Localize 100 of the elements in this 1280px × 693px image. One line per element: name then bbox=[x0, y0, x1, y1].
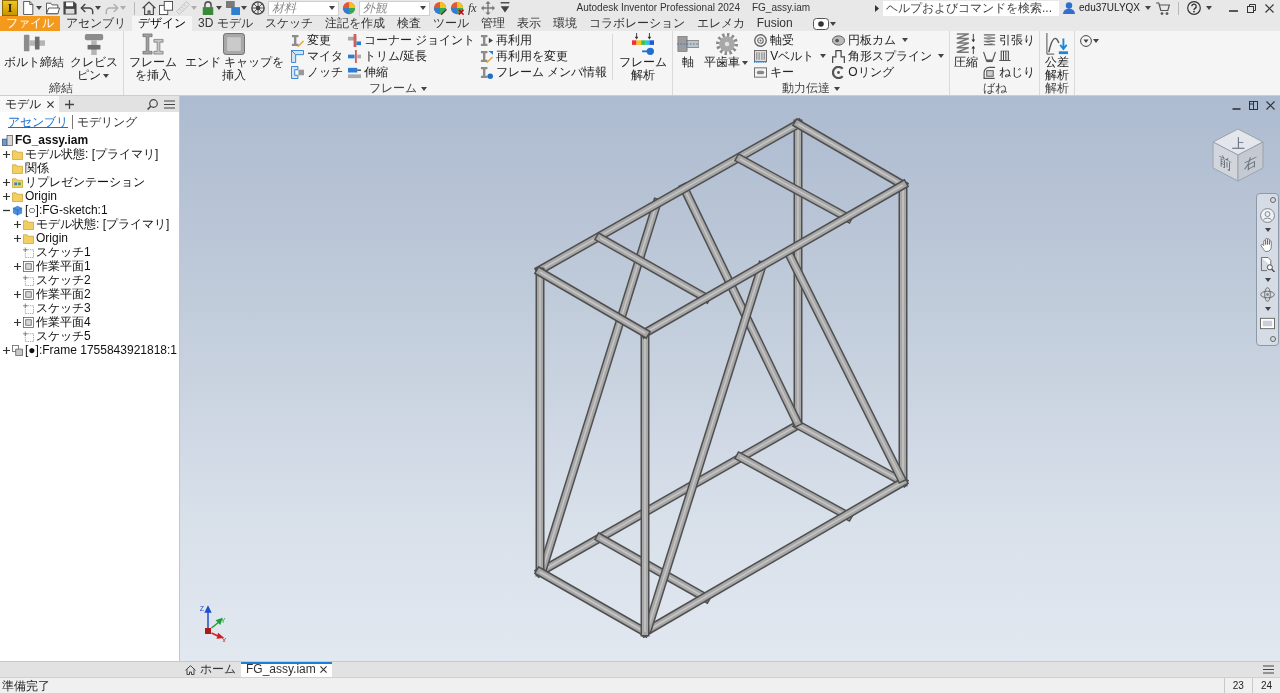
expand-icon[interactable] bbox=[14, 220, 21, 228]
person-icon[interactable] bbox=[1063, 2, 1076, 14]
ribbon-tab[interactable]: 環境 bbox=[546, 16, 583, 31]
circle-icon[interactable] bbox=[1270, 197, 1276, 203]
caret-icon[interactable] bbox=[829, 21, 836, 26]
cube-face-label[interactable]: 上 bbox=[1231, 135, 1245, 151]
wheel-icon[interactable] bbox=[251, 1, 265, 15]
ribbon-tab[interactable]: コラボレーション bbox=[582, 16, 691, 31]
orbit-icon[interactable] bbox=[1260, 286, 1275, 302]
mode-link[interactable]: モデリング bbox=[72, 115, 141, 129]
browser-tab[interactable]: モデル bbox=[0, 96, 59, 112]
ribbon-tab[interactable]: アセンブリ bbox=[60, 16, 132, 31]
tile-icon[interactable] bbox=[1249, 101, 1258, 110]
folder-icon[interactable] bbox=[46, 1, 60, 15]
tree-item[interactable]: スケッチ1 bbox=[14, 245, 91, 259]
expand-icon[interactable] bbox=[3, 150, 10, 158]
tree-item[interactable]: 作業平面4 bbox=[14, 315, 91, 329]
rectangle-icon[interactable] bbox=[1260, 315, 1275, 331]
ribbon-tab[interactable]: 管理 bbox=[474, 16, 511, 31]
color-sphere-icon[interactable] bbox=[433, 1, 447, 15]
ribbon-button[interactable]: 平歯車 bbox=[702, 32, 752, 69]
ribbon-tab[interactable]: デザイン bbox=[132, 16, 192, 31]
search-icon[interactable] bbox=[147, 98, 158, 110]
menu-icon[interactable] bbox=[164, 99, 175, 109]
close-icon[interactable] bbox=[1265, 3, 1274, 13]
ribbon-tab[interactable]: エレメカ bbox=[690, 16, 751, 31]
caret-icon[interactable] bbox=[742, 60, 749, 65]
tree-item[interactable]: 関係 bbox=[3, 161, 49, 175]
expand-icon[interactable] bbox=[14, 318, 21, 326]
tree-item[interactable]: [●]:Frame 1755843921818:1 bbox=[3, 343, 178, 357]
home-icon[interactable] bbox=[142, 1, 156, 15]
caret-icon[interactable] bbox=[820, 54, 827, 58]
new-file-icon[interactable] bbox=[21, 1, 35, 15]
tree-item[interactable]: 作業平面1 bbox=[14, 259, 91, 273]
menu-icon[interactable] bbox=[1263, 665, 1274, 674]
ribbon-button[interactable]: コーナー ジョイント bbox=[345, 32, 478, 48]
tree-item[interactable]: 作業平面2 bbox=[14, 287, 91, 301]
hand-icon[interactable] bbox=[1260, 237, 1275, 253]
caret-icon[interactable] bbox=[36, 6, 42, 10]
circle-icon[interactable] bbox=[1270, 336, 1276, 342]
record-icon[interactable] bbox=[812, 17, 829, 30]
app-logo[interactable]: I bbox=[2, 0, 18, 16]
undo-icon[interactable] bbox=[80, 1, 94, 15]
ribbon-button[interactable]: ノッチ bbox=[288, 64, 345, 80]
expand-icon[interactable] bbox=[3, 192, 10, 200]
ribbon-tab[interactable]: スケッチ bbox=[258, 16, 319, 31]
view-cube[interactable]: 上 前 右 bbox=[1211, 127, 1265, 183]
expand-icon[interactable] bbox=[14, 234, 21, 242]
ribbon-button[interactable]: キー bbox=[752, 64, 830, 80]
ribbon-button[interactable]: 変更 bbox=[288, 32, 345, 48]
help-icon[interactable] bbox=[1187, 1, 1201, 15]
ribbon-button[interactable]: フレーム メンバ情報 bbox=[478, 64, 610, 80]
zoom-icon[interactable] bbox=[1260, 257, 1275, 273]
caret-icon[interactable] bbox=[938, 54, 945, 58]
ribbon-button[interactable]: マイタ bbox=[288, 48, 345, 64]
ribbon-button[interactable]: ボルト締結 bbox=[2, 32, 66, 69]
caret-icon[interactable] bbox=[1206, 6, 1212, 10]
expand-icon[interactable] bbox=[3, 178, 10, 186]
stacked-squares-icon[interactable] bbox=[226, 1, 240, 15]
document-tab[interactable]: ホーム bbox=[180, 662, 241, 677]
close-icon[interactable] bbox=[319, 666, 327, 673]
tree-item[interactable]: Origin bbox=[14, 231, 68, 245]
caret-icon[interactable] bbox=[241, 6, 247, 10]
ribbon-tab[interactable]: 3D モデル bbox=[192, 16, 259, 31]
save-icon[interactable] bbox=[63, 1, 77, 15]
ribbon-button[interactable]: フレームを挿入 bbox=[125, 32, 180, 82]
ribbon-button[interactable]: 再利用 bbox=[478, 32, 610, 48]
ribbon-button[interactable]: 公差解析 bbox=[1042, 32, 1073, 82]
ribbon-button[interactable]: トリム/延長 bbox=[345, 48, 478, 64]
tree-item[interactable]: スケッチ2 bbox=[14, 273, 91, 287]
ribbon-tab[interactable]: 注記を作成 bbox=[318, 16, 391, 31]
windows-icon[interactable] bbox=[159, 1, 173, 15]
caret-icon[interactable] bbox=[1093, 39, 1100, 43]
close-icon[interactable] bbox=[47, 100, 54, 108]
caret-icon[interactable] bbox=[1145, 6, 1151, 10]
caret-icon[interactable] bbox=[1264, 277, 1271, 282]
document-tab[interactable]: FG_assy.iam bbox=[241, 662, 332, 677]
caret-icon[interactable] bbox=[216, 6, 222, 10]
caret-icon[interactable] bbox=[1264, 228, 1271, 233]
caret-icon[interactable] bbox=[875, 4, 880, 12]
ribbon-tab[interactable]: ツール bbox=[426, 16, 475, 31]
caret-icon[interactable] bbox=[95, 6, 101, 10]
caret-icon[interactable] bbox=[833, 86, 840, 91]
tree-item[interactable]: FG_assy.iam bbox=[2, 133, 89, 147]
padlock-icon[interactable] bbox=[201, 1, 215, 15]
plus-icon[interactable] bbox=[65, 99, 74, 109]
tree-item[interactable]: モデル状態: [プライマリ] bbox=[14, 217, 170, 231]
tree-item[interactable]: スケッチ5 bbox=[14, 329, 91, 343]
caret-icon[interactable] bbox=[902, 38, 909, 42]
ribbon-button[interactable]: 圧縮 bbox=[952, 32, 981, 69]
ribbon-button[interactable]: エンド キャップを挿入 bbox=[180, 32, 288, 82]
expand-icon[interactable] bbox=[14, 290, 21, 298]
expand-icon[interactable] bbox=[14, 262, 21, 270]
tree-item[interactable]: スケッチ3 bbox=[14, 301, 91, 315]
ribbon-button[interactable]: フレーム解析 bbox=[616, 32, 671, 82]
caret-icon[interactable] bbox=[103, 73, 110, 78]
caret-icon[interactable] bbox=[1264, 306, 1271, 311]
tree-item[interactable]: モデル状態: [プライマリ] bbox=[3, 147, 159, 161]
ribbon-tab[interactable]: Fusion bbox=[750, 16, 799, 31]
close-icon[interactable] bbox=[1266, 101, 1275, 110]
